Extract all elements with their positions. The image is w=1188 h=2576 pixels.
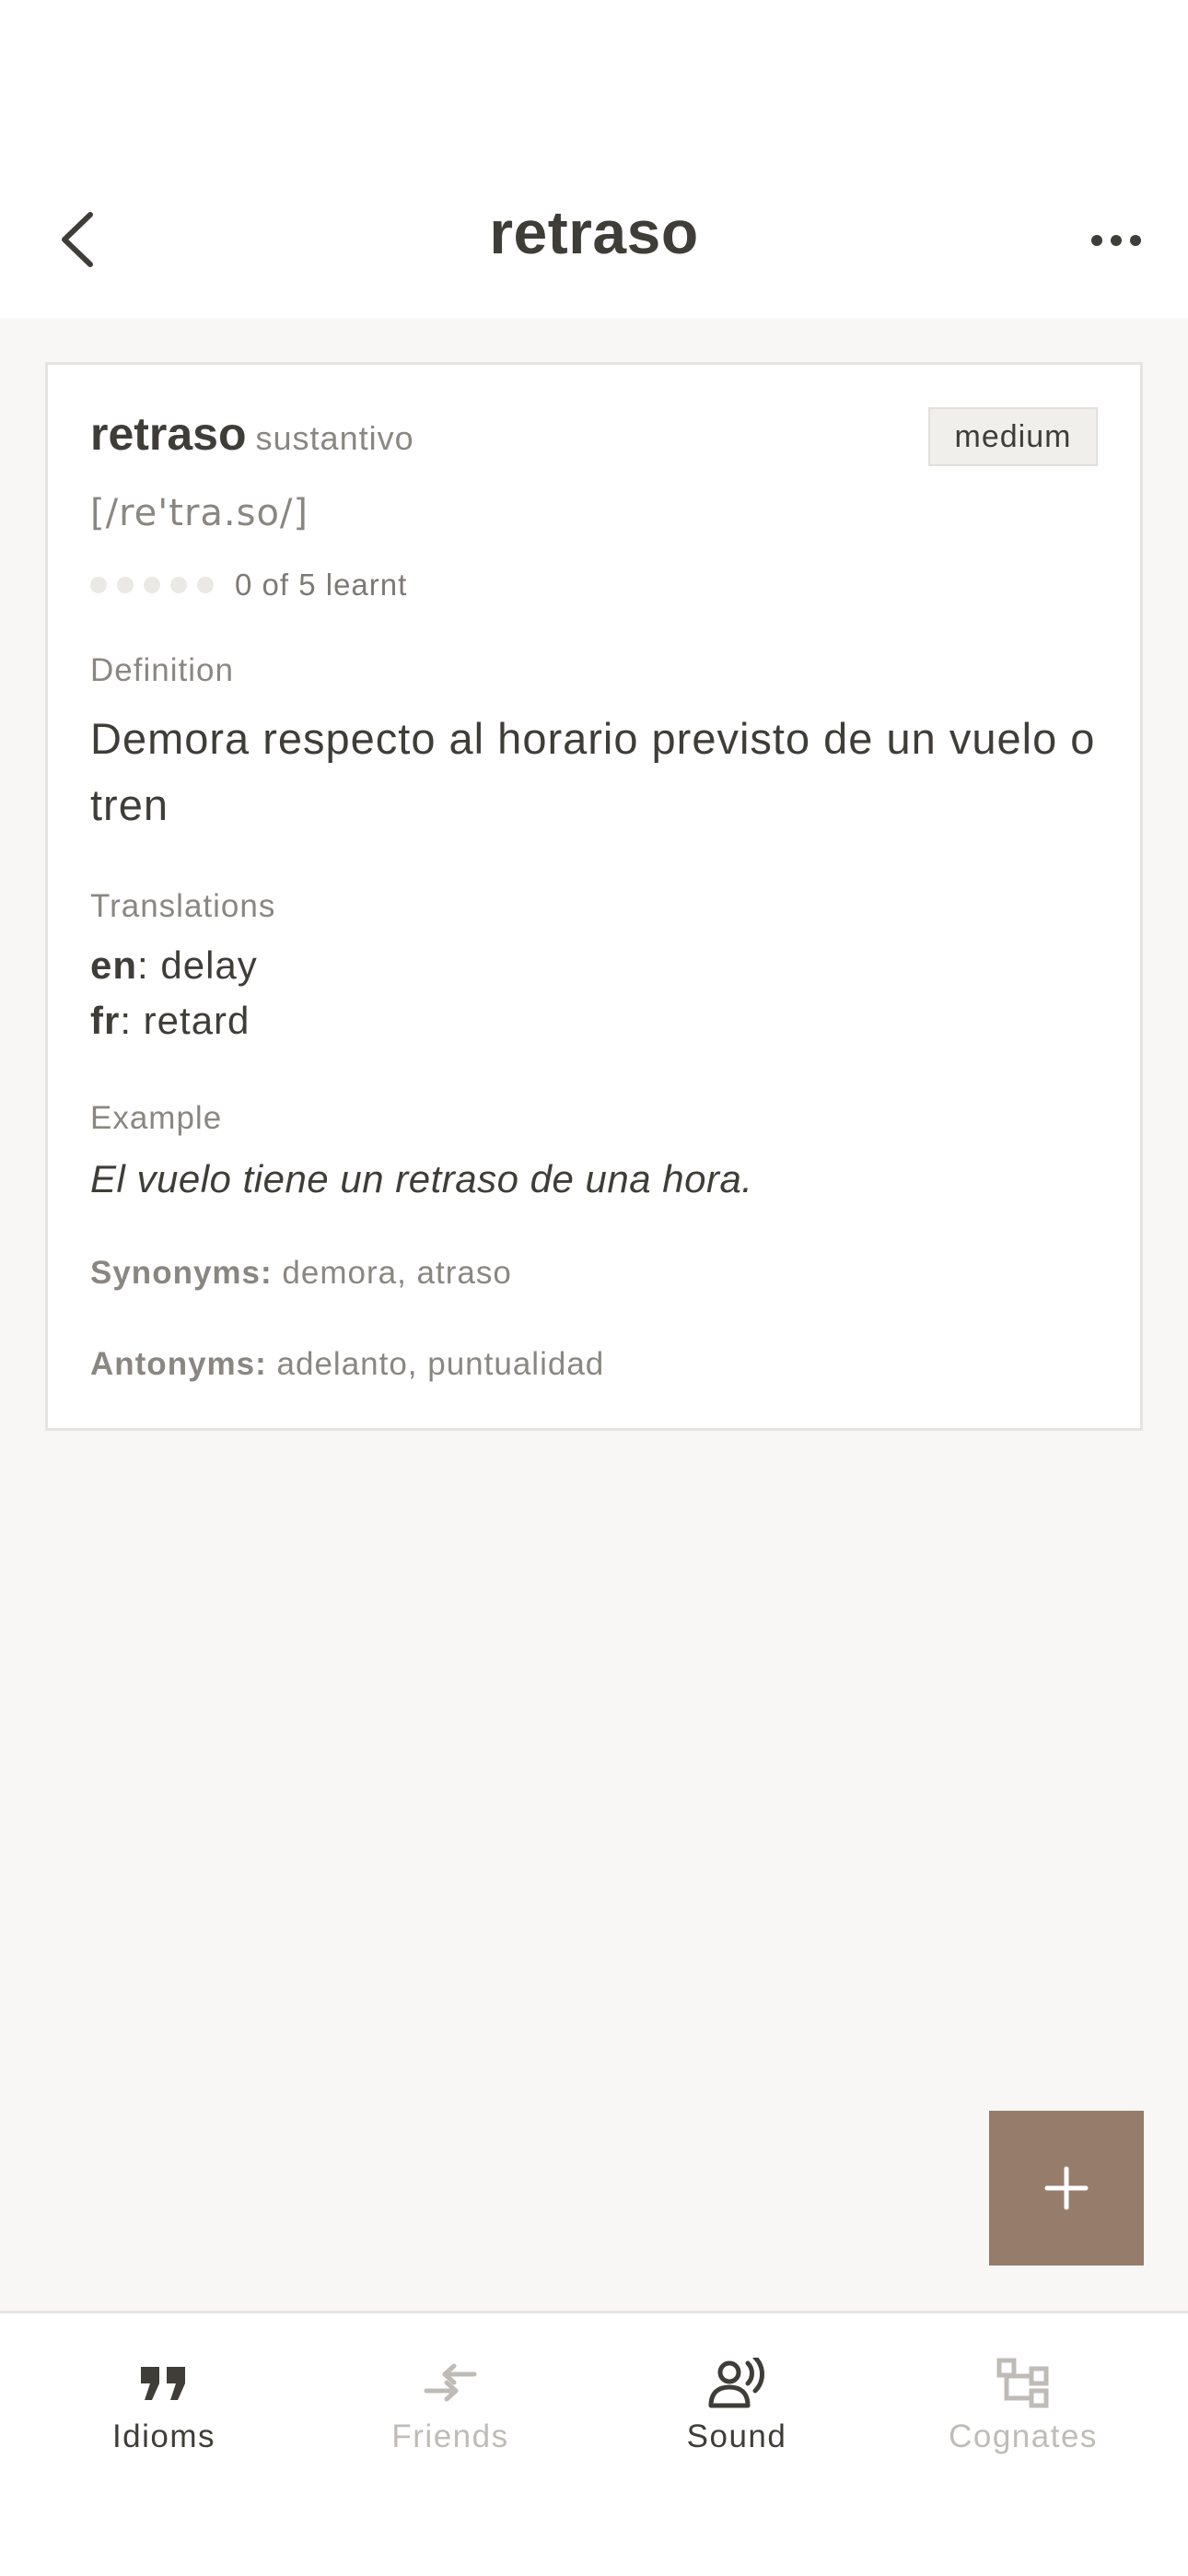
bottom-tab-bar: Idioms Friends Sound Cognates	[0, 2311, 1188, 2576]
page-title: retraso	[489, 198, 699, 266]
word-card: retraso sustantivo medium [/re'tra.so/] 0…	[45, 362, 1143, 1431]
tab-cognates[interactable]: Cognates	[880, 2313, 1166, 2498]
translation-fr: fr: retard	[90, 999, 250, 1043]
synonyms: Synonyms: demora, atraso	[90, 1255, 512, 1292]
tab-label: Cognates	[949, 2418, 1098, 2454]
difficulty-badge: medium	[928, 407, 1098, 466]
tree-diagram-icon	[996, 2358, 1049, 2408]
ellipsis-icon	[1091, 235, 1141, 246]
part-of-speech: sustantivo	[255, 419, 414, 457]
tab-label: Idioms	[111, 2418, 216, 2454]
pronunciation: [/re'tra.so/]	[90, 492, 309, 534]
tab-idioms[interactable]: Idioms	[21, 2313, 307, 2498]
antonyms: Antonyms: adelanto, puntualidad	[90, 1346, 604, 1383]
progress-dot	[90, 577, 107, 593]
progress-dot	[144, 577, 160, 593]
example-label: Example	[90, 1100, 223, 1136]
progress-dot	[170, 577, 187, 593]
synonyms-list: demora, atraso	[282, 1255, 512, 1291]
progress-text: 0 of 5 learnt	[235, 568, 408, 602]
translation-lang: fr	[90, 999, 121, 1042]
definition-text: Demora respecto al horario previsto de u…	[90, 714, 1096, 829]
tab-sound[interactable]: Sound	[594, 2313, 879, 2498]
speaking-person-icon	[708, 2358, 764, 2408]
tab-label: Friends	[391, 2418, 509, 2454]
translation-text: : retard	[120, 999, 250, 1042]
antonyms-list: adelanto, puntualidad	[276, 1346, 605, 1382]
more-options-button[interactable]	[1081, 217, 1151, 263]
translation-lang: en	[90, 943, 138, 987]
learning-progress: 0 of 5 learnt	[90, 568, 407, 603]
word-heading: retraso sustantivo medium	[90, 407, 1098, 472]
plus-icon	[1044, 2166, 1089, 2210]
app-header: retraso	[0, 0, 1188, 318]
translation-en: en: delay	[90, 943, 258, 988]
translations-label: Translations	[90, 888, 276, 924]
example-sentence: El vuelo tiene un retraso de una hora.	[90, 1157, 753, 1200]
progress-dot	[117, 577, 134, 593]
quote-icon	[141, 2367, 185, 2400]
synonyms-label: Synonyms:	[90, 1255, 273, 1291]
tab-friends[interactable]: Friends	[308, 2313, 593, 2498]
translation-text: : delay	[137, 943, 258, 987]
antonyms-label: Antonyms:	[90, 1346, 267, 1382]
progress-dot	[197, 577, 214, 593]
word-title: retraso	[90, 408, 247, 460]
tab-label: Sound	[686, 2418, 787, 2454]
definition-label: Definition	[90, 652, 234, 688]
arrows-icon	[424, 2363, 477, 2402]
add-button[interactable]	[989, 2111, 1144, 2266]
